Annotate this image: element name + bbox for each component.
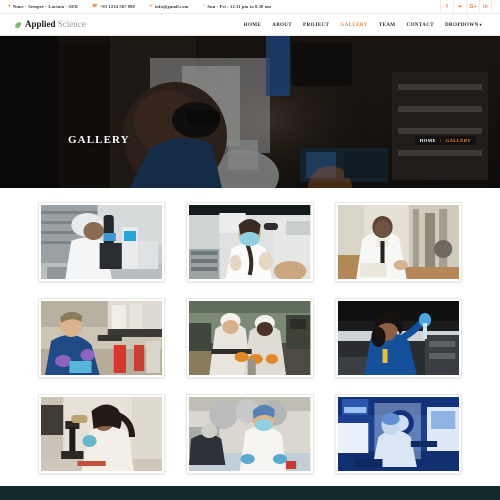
- chevron-down-icon: ▾: [479, 21, 482, 27]
- google-plus-icon[interactable]: G+: [466, 0, 479, 14]
- nav-item-dropdown-label: DROPDOWN: [444, 21, 479, 28]
- site-footer: [0, 486, 500, 500]
- gallery-image-7: [41, 397, 163, 471]
- phone-icon: ☎: [91, 3, 98, 9]
- gallery-item[interactable]: [186, 298, 314, 378]
- breadcrumb-current: GALLERY: [445, 138, 471, 143]
- topbar-email-text: info@gmail.com: [154, 4, 189, 9]
- topbar-phone[interactable]: ☎ +91 1234 567 890: [92, 4, 135, 9]
- breadcrumb: HOME / GALLERY: [414, 136, 476, 145]
- footer-content: [0, 486, 500, 500]
- logo-primary: Applied: [25, 19, 56, 29]
- nav-item-home[interactable]: HOME: [244, 22, 262, 28]
- site-header: Applied Science HOME ABOUT PROJECT GALLE…: [0, 14, 500, 36]
- topbar-hours: ○ Sun - Fri : 12.11 pm to 8.30 am: [203, 4, 271, 9]
- topbar-hours-text: Sun - Fri : 12.11 pm to 8.30 am: [207, 4, 271, 9]
- breadcrumb-home[interactable]: HOME: [420, 138, 436, 143]
- clock-icon: ○: [202, 3, 206, 9]
- gallery-image-6: [337, 301, 459, 375]
- gallery-item[interactable]: [38, 298, 166, 378]
- nav-item-contact[interactable]: CONTACT: [406, 22, 434, 28]
- nav-item-dropdown[interactable]: DROPDOWN▾: [445, 22, 482, 28]
- linkedin-icon[interactable]: in: [479, 0, 492, 14]
- gallery-grid: [0, 188, 500, 488]
- topbar-email[interactable]: ✉ info@gmail.com: [149, 4, 189, 9]
- twitter-icon[interactable]: ❧: [453, 0, 466, 14]
- gallery-image-2: [189, 205, 311, 279]
- gallery-item[interactable]: [334, 202, 462, 282]
- page-root: ● Nunc - Semper - Lacinia - SED ☎ +91 12…: [0, 0, 500, 500]
- top-info-bar: ● Nunc - Semper - Lacinia - SED ☎ +91 12…: [0, 0, 500, 14]
- gallery-image-3: [337, 205, 459, 279]
- logo-secondary: Science: [57, 19, 86, 29]
- site-logo[interactable]: Applied Science: [14, 20, 86, 29]
- hero-banner: GALLERY HOME / GALLERY: [0, 36, 500, 188]
- gallery-item[interactable]: [334, 298, 462, 378]
- gallery-item[interactable]: [38, 202, 166, 282]
- nav-item-team[interactable]: TEAM: [379, 22, 396, 28]
- gallery-item[interactable]: [186, 202, 314, 282]
- facebook-icon[interactable]: f: [440, 0, 453, 14]
- leaf-icon: [14, 21, 22, 29]
- page-title: GALLERY: [68, 134, 130, 146]
- nav-item-about[interactable]: ABOUT: [272, 22, 292, 28]
- gallery-image-8: [189, 397, 311, 471]
- topbar-address-text: Nunc - Semper - Lacinia - SED: [12, 4, 78, 9]
- hero-overlay: [0, 36, 500, 188]
- gallery-item[interactable]: [38, 394, 166, 474]
- gallery-item[interactable]: [334, 394, 462, 474]
- main-navigation: HOME ABOUT PROJECT GALLERY TEAM CONTACT …: [244, 22, 486, 28]
- breadcrumb-separator: /: [439, 138, 442, 143]
- gallery-image-5: [189, 301, 311, 375]
- gallery-item[interactable]: [186, 394, 314, 474]
- social-links: f ❧ G+ in: [440, 0, 492, 14]
- logo-text: Applied Science: [25, 20, 86, 29]
- gallery-image-4: [41, 301, 163, 375]
- location-pin-icon: ●: [8, 3, 11, 9]
- nav-item-project[interactable]: PROJECT: [303, 22, 329, 28]
- nav-item-gallery[interactable]: GALLERY: [340, 22, 367, 28]
- gallery-image-1: [41, 205, 163, 279]
- envelope-icon: ✉: [148, 3, 153, 9]
- topbar-address: ● Nunc - Semper - Lacinia - SED: [8, 4, 78, 9]
- topbar-phone-text: +91 1234 567 890: [99, 4, 135, 9]
- gallery-image-9: [337, 397, 459, 471]
